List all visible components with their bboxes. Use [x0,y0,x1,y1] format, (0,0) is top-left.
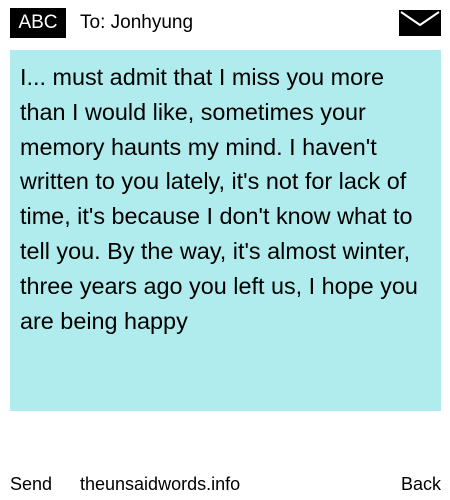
envelope-icon[interactable] [399,10,441,36]
recipient-label: To: Jonhyung [80,12,194,33]
send-button[interactable]: Send [10,472,52,496]
back-button[interactable]: Back [401,472,441,496]
site-link[interactable]: theunsaidwords.info [80,472,240,496]
abc-badge: ABC [10,8,66,38]
message-box: I... must admit that I miss you more tha… [10,50,441,411]
message-text: I... must admit that I miss you more tha… [20,64,418,334]
